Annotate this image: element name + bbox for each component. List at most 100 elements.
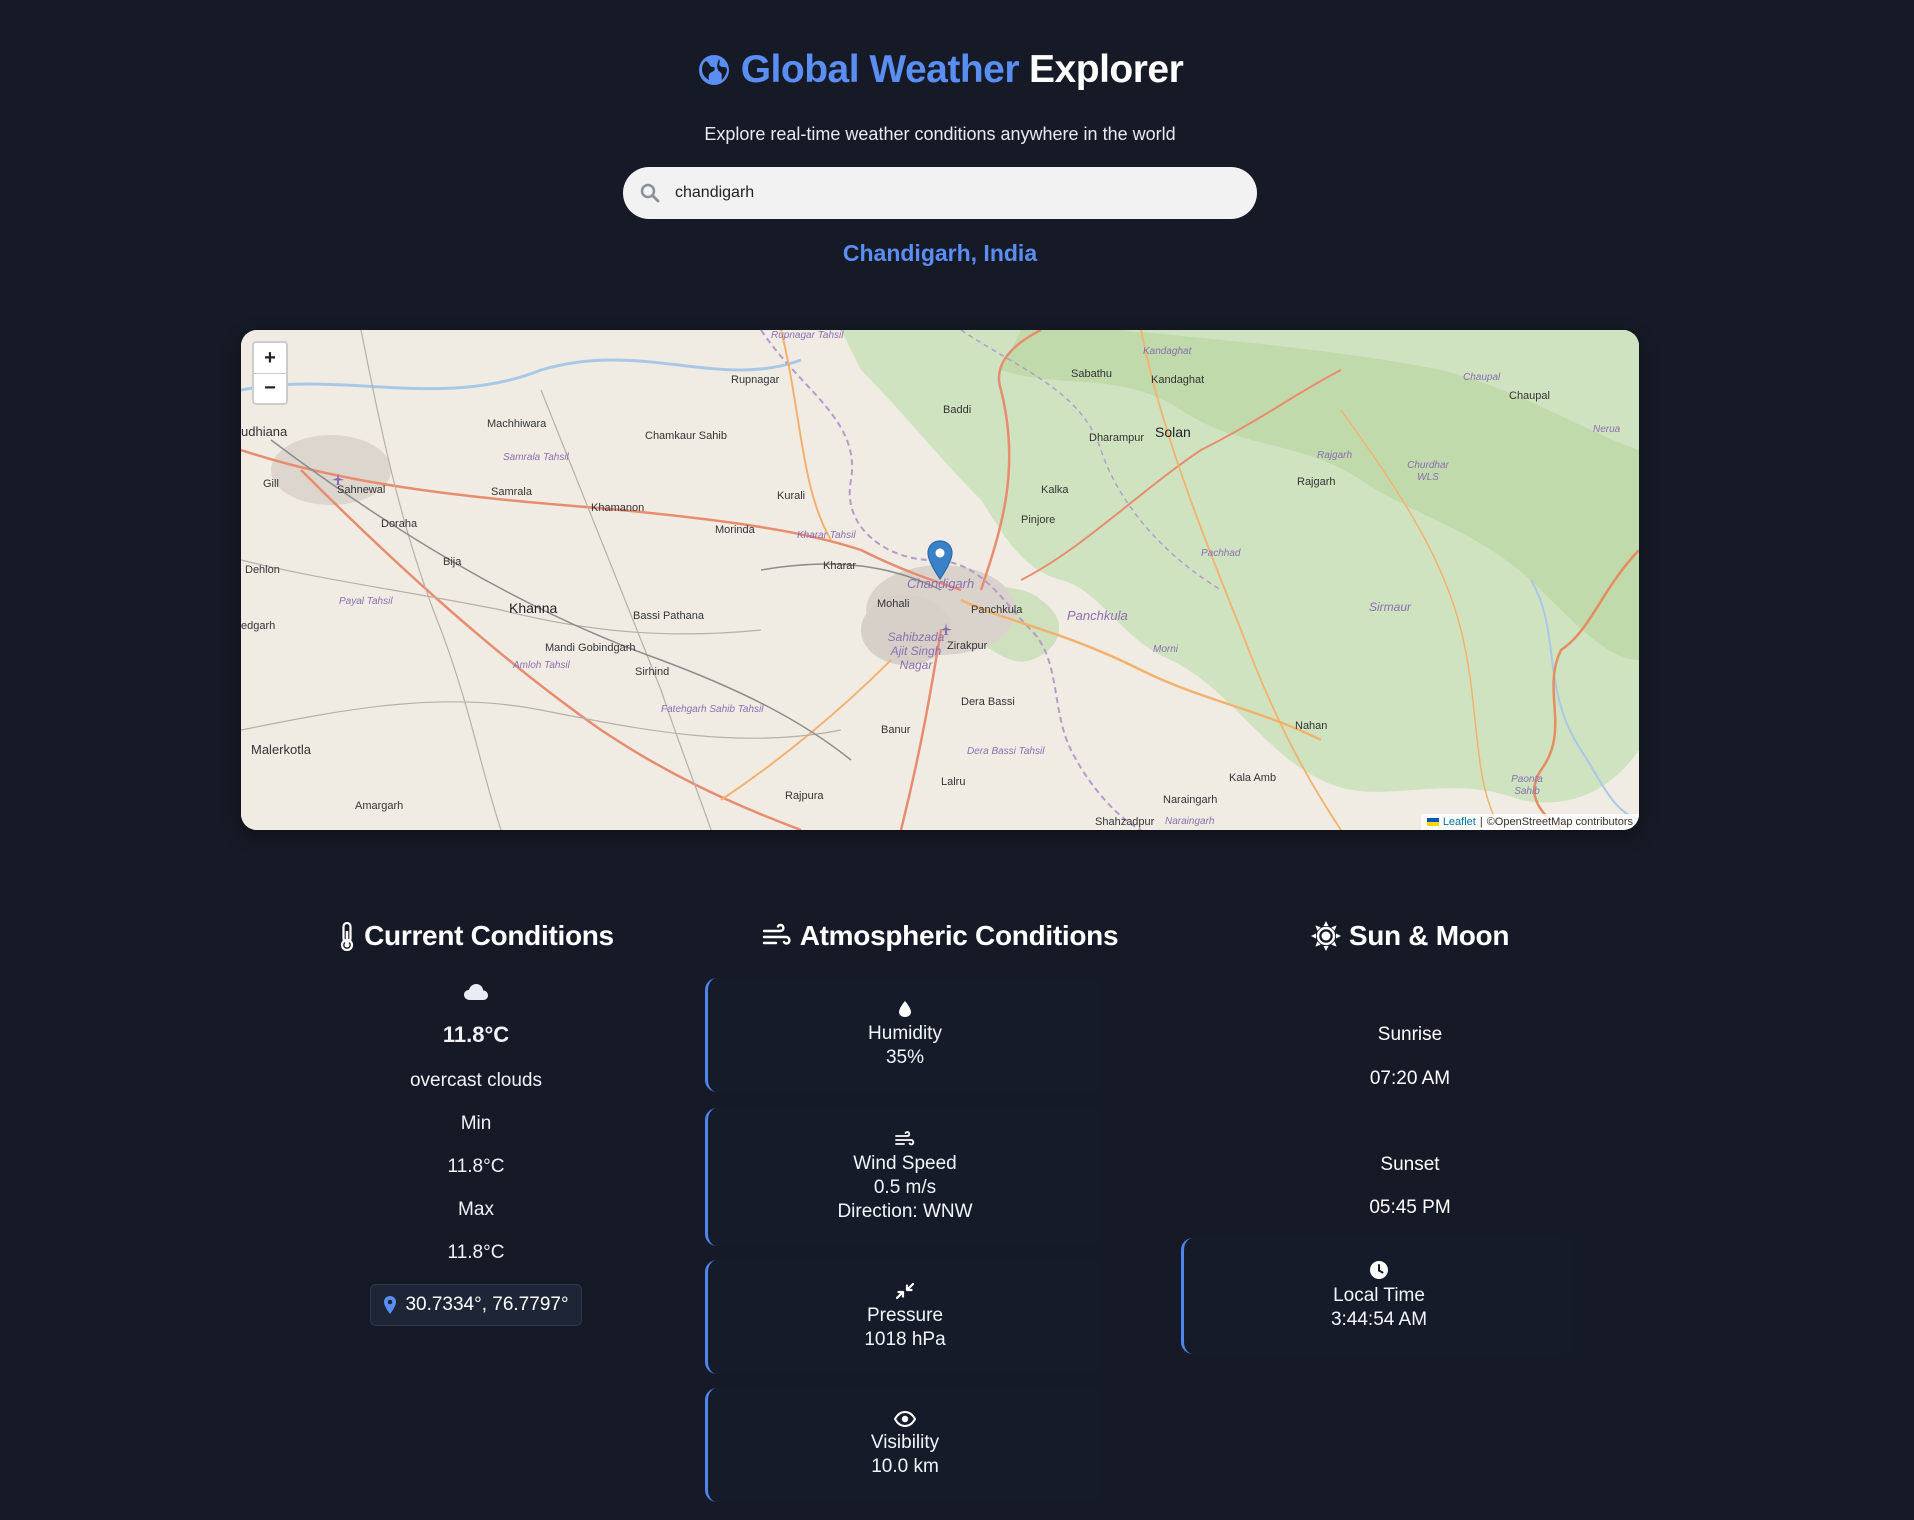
map-place-label: udhiana (241, 424, 288, 439)
wind-speed-label: Wind Speed (853, 1153, 957, 1174)
current-conditions-label: Current Conditions (364, 920, 614, 951)
map-place-label: Kandaghat (1151, 374, 1205, 386)
ukraine-flag-icon (1426, 818, 1439, 826)
map-place-label: Bassi Pathana (633, 610, 704, 622)
current-conditions-body: 11.8°C overcast clouds Min 11.8°C Max 11… (241, 982, 711, 1326)
map-place-label: Gill (263, 478, 279, 490)
map-place-label: Rajpura (785, 790, 824, 802)
map-place-label: Sirhind (635, 666, 670, 678)
humidity-label: Humidity (868, 1023, 942, 1044)
coordinates-text: 30.7334°, 76.7797° (405, 1294, 569, 1315)
sunrise-label: Sunrise (1377, 1024, 1443, 1045)
map-place-label: Khamanon (591, 502, 645, 514)
zoom-in-button[interactable]: + (254, 343, 286, 373)
map-place-label: Dharampur (1089, 432, 1145, 444)
map-place-label: Solan (1155, 424, 1191, 440)
map-place-label: Panchkula (971, 604, 1023, 616)
map-place-label: Sirmaur (1369, 600, 1412, 614)
map-place-label: Mandi Gobindgarh (545, 642, 636, 654)
map-place-label: Machhiwara (487, 418, 547, 430)
map-place-label: Sabathu (1071, 368, 1112, 380)
map-place-label: Chaupal (1509, 390, 1550, 402)
location-name: Chandigarh, India (842, 240, 1038, 266)
map-place-label: Shahzadpur (1095, 816, 1155, 828)
title-accent: Global Weather (740, 48, 1020, 91)
coordinates-badge: 30.7334°, 76.7797° (370, 1284, 582, 1326)
sun-moon-label: Sun & Moon (1348, 920, 1510, 951)
map-place-label: Rajgarh (1297, 476, 1336, 488)
map-place-label: Kalka (1041, 484, 1069, 496)
map-place-label: Pachhad (1201, 548, 1241, 559)
sun-moon-title: Sun & Moon (1310, 920, 1510, 952)
weather-description: overcast clouds (409, 1070, 542, 1091)
map-attribution: Leaflet | ©OpenStreetMap contributors (1420, 814, 1639, 830)
compress-icon (895, 1282, 915, 1300)
page-title: Global Weather Explorer (697, 48, 1184, 92)
search-icon (639, 182, 661, 204)
wind-direction: Direction: WNW (837, 1201, 973, 1222)
visibility-label: Visibility (870, 1432, 940, 1453)
airport-icon (331, 472, 345, 491)
search-input[interactable] (673, 183, 1237, 203)
map-place-label: Khanna (509, 600, 558, 616)
pressure-value: 1018 hPa (864, 1329, 946, 1350)
map-place-label: Kharar Tahsil (797, 530, 856, 541)
map-place-label: Bija (443, 556, 462, 568)
page-header: Global Weather Explorer (0, 48, 1880, 92)
location-marker-icon[interactable] (927, 540, 953, 585)
map-place-label: Naraingarh (1165, 816, 1215, 827)
atmospheric-conditions-card: Atmospheric Conditions Humidity 35% Wind… (705, 880, 1175, 1502)
humidity-stat: Humidity 35% (705, 978, 1102, 1092)
map-place-label: Paonta Sahib (1511, 774, 1543, 797)
local-time-stat: Local Time 3:44:54 AM (1181, 1238, 1574, 1354)
sunrise-value: 07:20 AM (1369, 1068, 1451, 1089)
current-conditions-card: Current Conditions 11.8°C overcast cloud… (241, 880, 711, 1326)
wind-speed-value: 0.5 m/s (873, 1177, 937, 1198)
pressure-stat: Pressure 1018 hPa (705, 1260, 1102, 1374)
map-place-label: Banur (881, 724, 911, 736)
zoom-out-button[interactable]: − (254, 373, 286, 403)
droplet-icon (898, 1000, 912, 1018)
min-temp-label: Min (460, 1113, 492, 1134)
wind-speed-stat: Wind Speed 0.5 m/s Direction: WNW (705, 1108, 1102, 1246)
map-place-label: Kharar (823, 560, 857, 572)
map-place-label: Malerkotla (251, 742, 311, 757)
eye-icon (894, 1411, 916, 1427)
sunset-value: 05:45 PM (1369, 1197, 1451, 1218)
current-conditions-title: Current Conditions (338, 920, 614, 952)
globe-icon (697, 53, 731, 87)
map-place-label: Amloh Tahsil (513, 660, 570, 671)
wind-icon (895, 1130, 915, 1148)
weather-map[interactable]: udhiana Machhiwara Samrala Tahsil Samral… (241, 330, 1639, 830)
map-place-label: Nerua (1593, 424, 1621, 435)
map-place-label: Doraha (381, 518, 418, 530)
map-place-label: Churdhar WLS (1407, 460, 1449, 483)
map-place-label: Rupnagar (731, 374, 780, 386)
map-place-label: Pinjore (1021, 514, 1056, 526)
map-pin-icon (383, 1295, 397, 1315)
map-place-label: Kurali (777, 490, 806, 502)
map-place-label: Dehlon (245, 564, 280, 576)
leaflet-link[interactable]: Leaflet (1443, 816, 1476, 828)
search-bar[interactable] (623, 167, 1257, 219)
map-place-label: Naraingarh (1163, 794, 1218, 806)
map-place-label: Panchkula (1067, 608, 1128, 623)
current-temperature: 11.8°C (442, 1022, 510, 1047)
osm-attribution: ©OpenStreetMap contributors (1486, 816, 1633, 828)
max-temp-label: Max (458, 1199, 494, 1220)
min-temp-value: 11.8°C (447, 1156, 505, 1177)
visibility-stat: Visibility 10.0 km (705, 1388, 1102, 1502)
pressure-label: Pressure (866, 1305, 944, 1326)
wind-icon (762, 922, 792, 950)
humidity-value: 35% (885, 1047, 925, 1068)
map-place-label: Mohali (877, 598, 910, 610)
map-place-label: Chaupal (1463, 372, 1501, 383)
map-place-label: Morni (1153, 644, 1179, 655)
map-place-label: Morinda (715, 524, 755, 536)
map-place-label: Dera Bassi (961, 696, 1015, 708)
map-place-label: Payal Tahsil (339, 596, 393, 607)
map-place-label: Kandaghat (1143, 346, 1192, 357)
map-place-label: Dera Bassi Tahsil (967, 746, 1045, 757)
page-subtitle: Explore real-time weather conditions any… (704, 124, 1176, 144)
map-place-label: Fatehgarh Sahib Tahsil (661, 704, 764, 715)
